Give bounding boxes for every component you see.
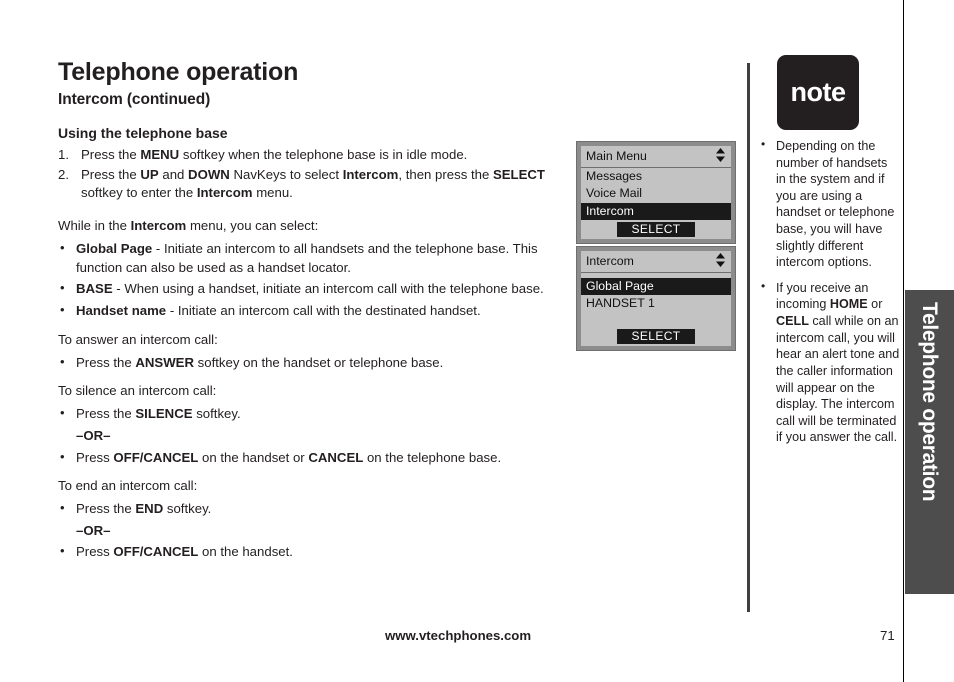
answer-lead-in: To answer an intercom call: (58, 331, 218, 347)
step-text: Press the MENU softkey when the telephon… (81, 147, 468, 162)
note-bullet-item: • If you receive an incoming HOME or CELL… (760, 278, 900, 446)
step-text: Press the UP and DOWN NavKeys to select … (81, 166, 549, 201)
lcd-title-text: Intercom (586, 253, 634, 268)
numbered-step: 2. Press the UP and DOWN NavKeys to selec… (58, 166, 563, 203)
section-side-tab: Telephone operation (905, 290, 954, 594)
bullet-dot-icon: • (60, 302, 65, 318)
bullet-dot-icon: • (60, 500, 65, 516)
bullet-dot-icon: • (60, 448, 65, 464)
column-divider-rule (747, 63, 750, 612)
lcd-menu-row: Voice Mail (586, 186, 643, 201)
intro-paragraph: While in the Intercom menu, you can sele… (58, 218, 319, 234)
bullet-dot-icon: • (60, 239, 65, 255)
step-number: 1. (58, 147, 69, 162)
bullet-text: Press OFF/CANCEL on the handset. (76, 544, 293, 560)
lcd-screen-area: Intercom Global Page HANDSET 1 SELECT (581, 251, 731, 346)
footer-website-url: www.vtechphones.com (385, 628, 532, 643)
bullet-item: • Global Page - Initiate an intercom to a… (58, 240, 563, 277)
bullet-dot-icon: • (60, 353, 65, 369)
bullet-text: Press OFF/CANCEL on the handset or CANCE… (76, 449, 502, 465)
note-bullet-text: If you receive an incoming HOME or CELL … (776, 280, 900, 445)
bullet-text: Global Page - Initiate an intercom to al… (76, 240, 538, 275)
or-separator: –OR– (58, 522, 563, 541)
numbered-steps-list: 1. Press the MENU softkey when the teleph… (58, 146, 563, 203)
silence-lead-in: To silence an intercom call: (58, 383, 217, 399)
lcd-menu-row: HANDSET 1 (586, 296, 655, 311)
lcd-menu-rows: Global Page HANDSET 1 (581, 278, 731, 313)
bullet-item: • Press the SILENCE softkey. (58, 405, 563, 424)
bullet-item: • Handset name - Initiate an intercom cal… (58, 302, 563, 321)
answer-call-list: • Press the ANSWER softkey on the handset… (58, 354, 563, 373)
note-bullet-item: • Depending on the number of handsets in … (760, 137, 900, 271)
lcd-menu-rows: Messages Voice Mail Intercom (581, 168, 731, 220)
bullet-item: • Press OFF/CANCEL on the handset or CANC… (58, 449, 563, 468)
lcd-menu-row-selected: Intercom (581, 202, 731, 220)
bullet-item: • Press the ANSWER softkey on the handset… (58, 354, 563, 373)
note-badge: note (777, 55, 859, 130)
note-badge-label: note (790, 77, 847, 107)
note-bullet-text: Depending on the number of handsets in t… (776, 139, 895, 270)
bullet-text: BASE - When using a handset, initiate an… (76, 281, 544, 297)
end-lead-in: To end an intercom call: (58, 478, 198, 494)
footer-page-number: 71 (880, 628, 895, 643)
bullet-dot-icon: • (60, 543, 65, 559)
lcd-softkey-select: SELECT (617, 221, 695, 237)
silence-call-list: • Press the SILENCE softkey. –OR– • Press OF… (58, 405, 563, 467)
or-text: –OR– (76, 522, 111, 538)
numbered-step: 1. Press the MENU softkey when the teleph… (58, 146, 563, 165)
step-number: 2. (58, 166, 69, 182)
lcd-screenshot-intercom-menu: Intercom Global Page HANDSET 1 SELECT (576, 246, 736, 351)
note-bullet-list: • Depending on the number of handsets in … (760, 137, 900, 455)
side-tab-label: Telephone operation (918, 302, 941, 502)
lcd-menu-row: Messages (586, 169, 643, 183)
lcd-softkey-bar: SELECT (581, 313, 731, 346)
section-heading: Using the telephone base (58, 125, 228, 141)
bullet-item: • Press the END softkey. (58, 500, 563, 519)
or-text: –OR– (76, 427, 111, 443)
bullet-text: Press the SILENCE softkey. (76, 406, 241, 422)
lcd-menu-row-selected: Global Page (581, 278, 731, 296)
up-down-arrow-icon (715, 148, 726, 164)
bullet-dot-icon: • (60, 280, 65, 296)
lcd-softkey-bar: SELECT (581, 220, 731, 239)
page-edge-rule (903, 0, 904, 682)
page-title: Telephone operation (58, 58, 299, 86)
intercom-options-list: • Global Page - Initiate an intercom to a… (58, 240, 563, 321)
lcd-title-bar: Intercom (581, 251, 731, 273)
bullet-item: • Press OFF/CANCEL on the handset. (58, 543, 563, 562)
bullet-text: Handset name - Initiate an intercom call… (76, 303, 481, 319)
bullet-text: Press the ANSWER softkey on the handset … (76, 354, 444, 370)
bullet-item: • BASE - When using a handset, initiate a… (58, 280, 563, 299)
up-down-arrow-icon (715, 253, 726, 269)
bullet-dot-icon: • (761, 137, 766, 151)
lcd-screenshot-main-menu: Main Menu Messages Voice Mail Intercom SEL… (576, 141, 736, 244)
bullet-dot-icon: • (60, 405, 65, 421)
end-call-list: • Press the END softkey. –OR– • Press OFF/CA… (58, 500, 563, 562)
page-subtitle: Intercom (continued) (58, 91, 211, 108)
or-separator: –OR– (58, 427, 563, 446)
bullet-dot-icon: • (761, 278, 766, 293)
main-content-column: Telephone operation Intercom (continued)… (58, 58, 563, 572)
lcd-softkey-select: SELECT (617, 328, 695, 344)
bullet-text: Press the END softkey. (76, 501, 212, 517)
lcd-title-bar: Main Menu (581, 146, 731, 168)
lcd-title-text: Main Menu (586, 148, 647, 163)
lcd-screen-area: Main Menu Messages Voice Mail Intercom SEL… (581, 146, 731, 239)
